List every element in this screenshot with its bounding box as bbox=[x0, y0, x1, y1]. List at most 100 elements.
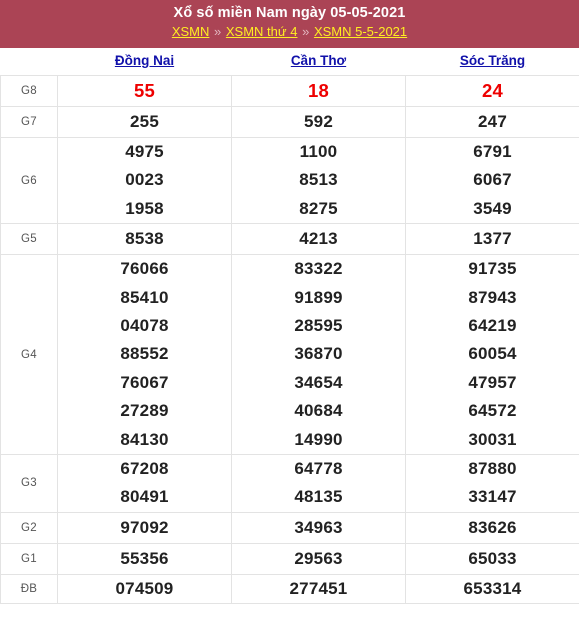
prize-cell: 653314 bbox=[405, 573, 579, 605]
lottery-number: 255 bbox=[130, 111, 159, 131]
table-row: G3 67208 80491 64778 48135 87880 33147 bbox=[0, 454, 579, 513]
lottery-number: 30031 bbox=[468, 429, 517, 449]
prize-label-g7: G7 bbox=[0, 106, 58, 138]
breadcrumb-item-3[interactable]: XSMN 5-5-2021 bbox=[314, 24, 407, 39]
lottery-number: 29563 bbox=[294, 548, 343, 568]
prize-label-g3: G3 bbox=[0, 454, 58, 513]
lottery-number: 27289 bbox=[120, 401, 169, 421]
lottery-number: 84130 bbox=[120, 429, 169, 449]
prize-cell: 592 bbox=[231, 106, 406, 138]
lottery-number: 1958 bbox=[125, 198, 164, 218]
prize-cell: 34963 bbox=[231, 511, 406, 544]
prize-cell: 91735 87943 64219 60054 47957 64572 30031 bbox=[405, 254, 579, 456]
lottery-number: 28595 bbox=[294, 316, 343, 336]
table-body: G8 55 18 24 G7 255 592 247 G6 4975 0023 1958 1100 851… bbox=[0, 75, 579, 605]
lottery-number: 18 bbox=[308, 79, 329, 101]
lottery-number: 97092 bbox=[120, 517, 169, 537]
lottery-number: 6067 bbox=[473, 170, 512, 190]
prize-cell: 277451 bbox=[231, 573, 406, 605]
lottery-number: 91899 bbox=[294, 287, 343, 307]
province-link[interactable]: Sóc Trăng bbox=[460, 53, 525, 68]
lottery-number: 55356 bbox=[120, 548, 169, 568]
table-row: G2 97092 34963 83626 bbox=[0, 511, 579, 544]
prize-label-b: ĐB bbox=[0, 573, 58, 605]
lottery-number: 14990 bbox=[294, 429, 343, 449]
prize-cell: 6791 6067 3549 bbox=[405, 136, 579, 225]
page-title: Xổ số miền Nam ngày 05-05-2021 bbox=[173, 5, 406, 21]
prize-cell: 83626 bbox=[405, 511, 579, 544]
lottery-number: 6791 bbox=[473, 142, 512, 161]
prize-cell: 67208 80491 bbox=[57, 454, 232, 513]
lottery-number: 33147 bbox=[468, 487, 517, 507]
lottery-number: 76066 bbox=[120, 259, 169, 279]
lottery-number: 592 bbox=[304, 111, 333, 131]
prize-label-g1: G1 bbox=[0, 542, 58, 575]
prize-cell: 4213 bbox=[231, 223, 406, 256]
prize-cell: 255 bbox=[57, 106, 232, 138]
lottery-number: 1377 bbox=[473, 229, 512, 249]
prize-cell: 4975 0023 1958 bbox=[57, 136, 232, 225]
province-header-dong-nai: Đồng Nai bbox=[57, 48, 232, 76]
table-row: G1 55356 29563 65033 bbox=[0, 542, 579, 575]
prize-cell: 65033 bbox=[405, 542, 579, 575]
lottery-number: 4975 bbox=[125, 142, 164, 161]
province-link[interactable]: Cần Thơ bbox=[291, 53, 346, 68]
prize-cell: 247 bbox=[405, 106, 579, 138]
lottery-number: 0023 bbox=[125, 170, 164, 190]
province-header-soc-trang: Sóc Trăng bbox=[405, 48, 579, 76]
lottery-number: 80491 bbox=[120, 487, 169, 507]
lottery-number: 91735 bbox=[468, 259, 517, 279]
lottery-number: 4213 bbox=[299, 229, 338, 249]
lottery-number: 85410 bbox=[120, 287, 169, 307]
lottery-number: 64219 bbox=[468, 316, 517, 336]
lottery-number: 8275 bbox=[299, 198, 338, 218]
prize-cell: 97092 bbox=[57, 511, 232, 544]
table-row: G8 55 18 24 bbox=[0, 75, 579, 107]
lottery-number: 34654 bbox=[294, 372, 343, 392]
lottery-number: 65033 bbox=[468, 548, 517, 568]
lottery-number: 48135 bbox=[294, 487, 343, 507]
prize-cell: 55356 bbox=[57, 542, 232, 575]
lottery-number: 64572 bbox=[468, 401, 517, 421]
lottery-number: 04078 bbox=[120, 316, 169, 336]
lottery-number: 3549 bbox=[473, 198, 512, 218]
breadcrumb-item-2[interactable]: XSMN thứ 4 bbox=[226, 24, 298, 39]
table-row: G5 8538 4213 1377 bbox=[0, 223, 579, 256]
lottery-results-page: Xổ số miền Nam ngày 05-05-2021 XSMN » XS… bbox=[0, 0, 579, 622]
prize-label-g6: G6 bbox=[0, 136, 58, 225]
lottery-number: 36870 bbox=[294, 344, 343, 364]
prize-column-header bbox=[0, 48, 58, 76]
breadcrumb: XSMN » XSMN thứ 4 » XSMN 5-5-2021 bbox=[0, 23, 579, 41]
lottery-number: 074509 bbox=[115, 578, 174, 598]
lottery-number: 34963 bbox=[294, 517, 343, 537]
prize-cell: 87880 33147 bbox=[405, 454, 579, 513]
province-link[interactable]: Đồng Nai bbox=[115, 53, 174, 68]
prize-cell: 074509 bbox=[57, 573, 232, 605]
prize-cell: 24 bbox=[405, 75, 579, 107]
prize-label-g2: G2 bbox=[0, 511, 58, 544]
prize-label-g4: G4 bbox=[0, 254, 58, 456]
breadcrumb-item-1[interactable]: XSMN bbox=[172, 24, 210, 39]
prize-cell: 18 bbox=[231, 75, 406, 107]
table-head: Đồng Nai Cần Thơ Sóc Trăng bbox=[0, 48, 579, 76]
prize-label-g8: G8 bbox=[0, 75, 58, 107]
results-table-wrapper: Đồng Nai Cần Thơ Sóc Trăng G8 55 18 24 G7 255… bbox=[0, 48, 579, 605]
prize-cell: 76066 85410 04078 88552 76067 27289 84130 bbox=[57, 254, 232, 456]
lottery-number: 83626 bbox=[468, 517, 517, 537]
lottery-number: 40684 bbox=[294, 401, 343, 421]
province-header-can-tho: Cần Thơ bbox=[231, 48, 406, 76]
prize-label-g5: G5 bbox=[0, 223, 58, 256]
breadcrumb-separator: » bbox=[302, 24, 310, 39]
lottery-number: 247 bbox=[478, 111, 507, 131]
lottery-number: 67208 bbox=[120, 459, 169, 479]
prize-cell: 55 bbox=[57, 75, 232, 107]
lottery-number: 8513 bbox=[299, 170, 338, 190]
lottery-number: 60054 bbox=[468, 344, 517, 364]
lottery-number: 87943 bbox=[468, 287, 517, 307]
lottery-number: 76067 bbox=[120, 372, 169, 392]
table-row: G7 255 592 247 bbox=[0, 106, 579, 138]
lottery-results-table: Đồng Nai Cần Thơ Sóc Trăng G8 55 18 24 G7 255… bbox=[0, 48, 579, 605]
prize-cell: 8538 bbox=[57, 223, 232, 256]
lottery-number: 55 bbox=[134, 79, 155, 101]
lottery-number: 24 bbox=[482, 79, 503, 101]
